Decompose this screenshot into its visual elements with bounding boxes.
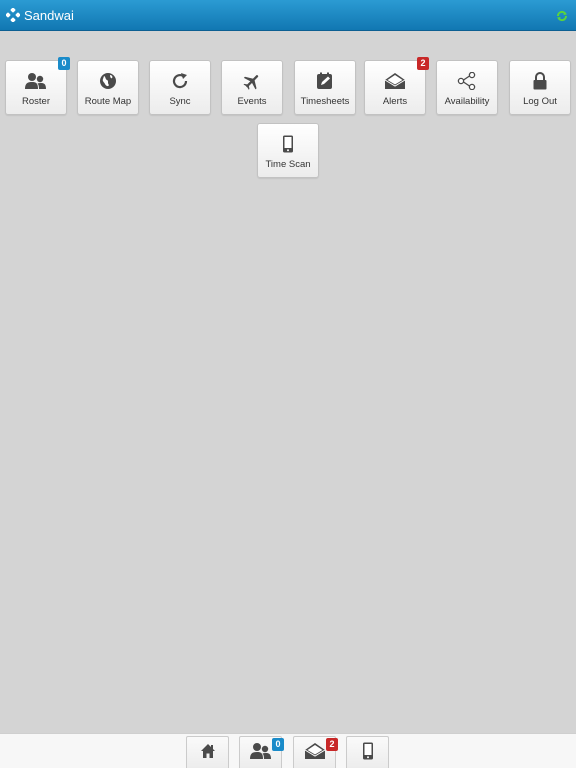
bottom-nav-roster[interactable]: 0 [239,736,284,768]
tile-route-map[interactable]: Route Map [77,60,139,115]
tile-availability[interactable]: Availability [436,60,498,115]
edit-icon [314,71,336,91]
refresh-icon [169,71,191,91]
tile-timesheets[interactable]: Timesheets [294,60,356,115]
tile-events[interactable]: Events [221,60,283,115]
mobile-phone-icon [277,134,299,154]
tile-label: Route Map [84,96,132,107]
users-icon [25,71,47,91]
tile-alerts[interactable]: Alerts 2 [364,57,429,115]
roster-count-badge: 0 [58,57,70,70]
users-icon [249,742,272,765]
tile-label: Roster [22,96,50,107]
airplane-icon [241,71,263,91]
sandwai-logo-icon [6,8,20,22]
envelope-open-icon [384,71,406,91]
tile-label: Sync [169,96,191,107]
bottom-nav-home[interactable] [186,736,229,768]
tile-log-out[interactable]: Log Out [509,60,571,115]
tile-label: Time Scan [265,159,311,170]
bottom-nav-alerts[interactable]: 2 [293,736,338,768]
mobile-phone-icon [362,742,374,765]
alerts-count-badge: 2 [326,738,338,751]
tile-label: Availability [444,96,490,107]
lock-icon [529,71,551,91]
home-icon [200,743,216,764]
bottom-nav-bar: 0 2 [0,733,576,768]
globe-icon [97,71,119,91]
tile-roster[interactable]: Roster 0 [5,57,70,115]
tile-label: Log Out [523,96,557,107]
app-header: Sandwai [0,0,576,31]
app-title: Sandwai [24,7,74,23]
sync-status-icon[interactable] [556,9,568,22]
tile-label: Alerts [382,96,408,107]
envelope-open-icon [304,742,326,765]
tile-label: Timesheets [300,96,350,107]
share-icon [456,71,478,91]
roster-count-badge: 0 [272,738,284,751]
tile-sync[interactable]: Sync [149,60,211,115]
tile-time-scan[interactable]: Time Scan [257,123,319,178]
tile-label: Events [237,96,267,107]
bottom-nav-time-scan[interactable] [346,736,389,768]
alerts-count-badge: 2 [417,57,429,70]
